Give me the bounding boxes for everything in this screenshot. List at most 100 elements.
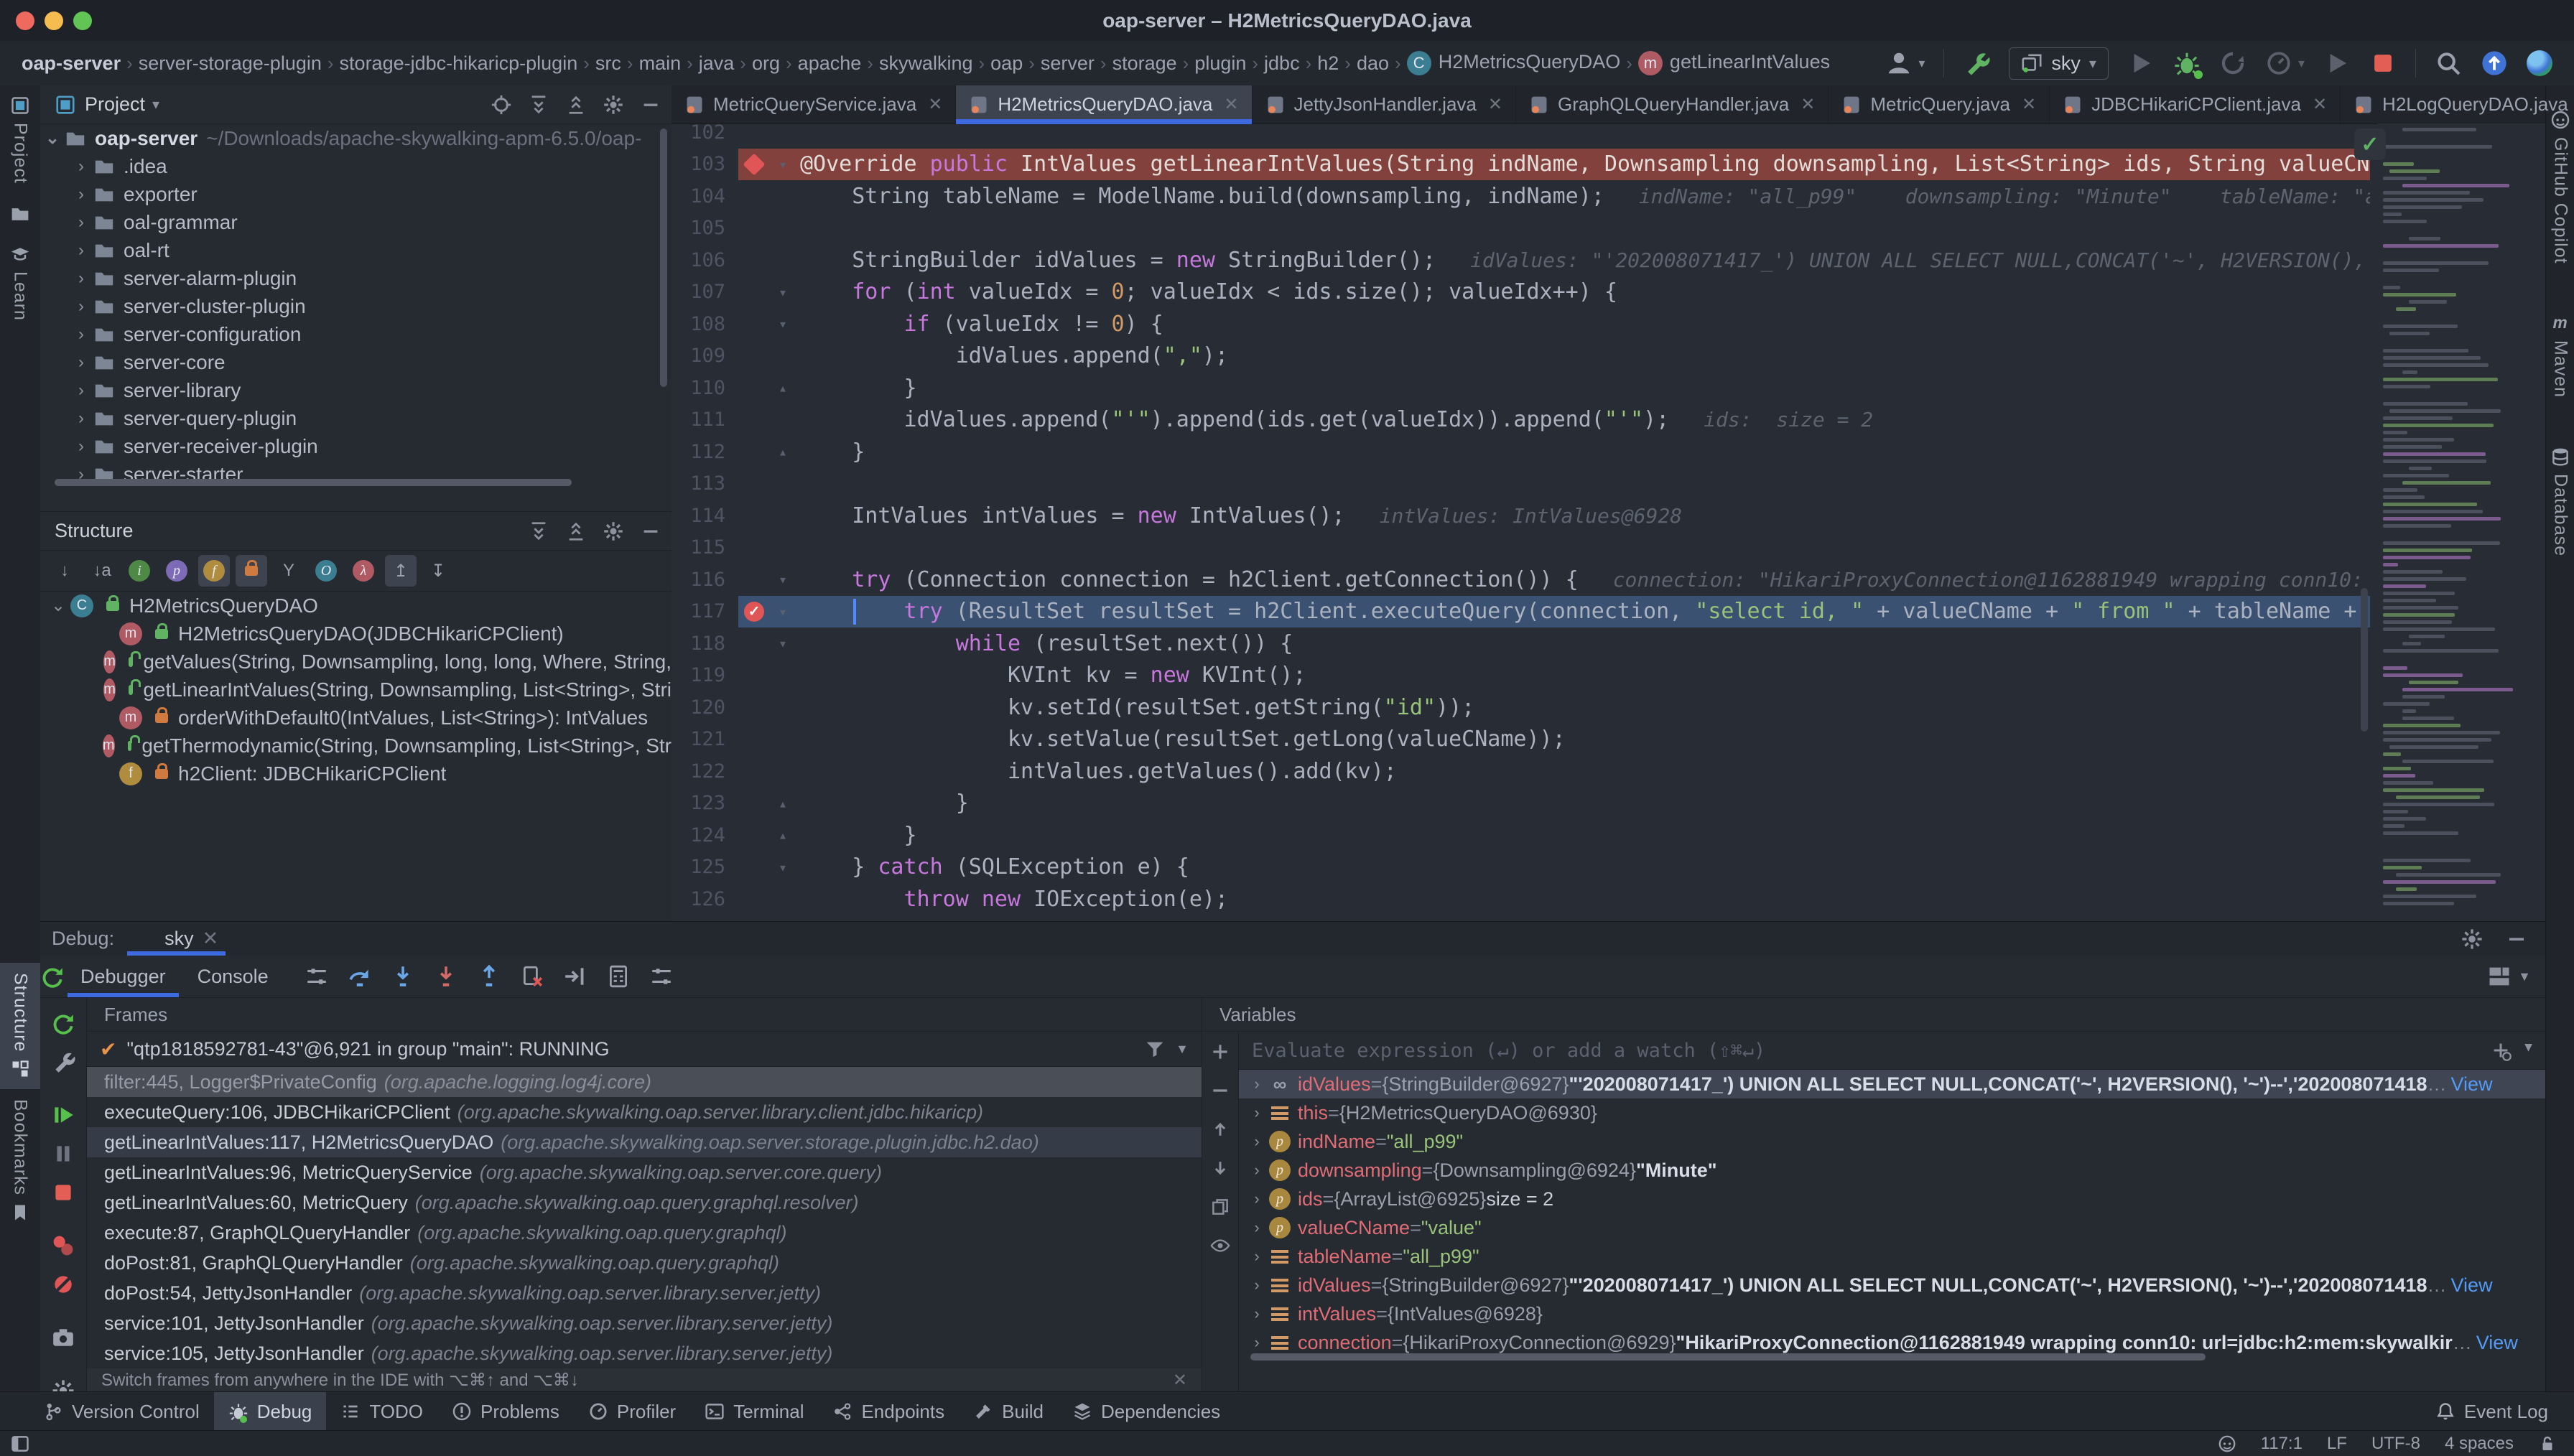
tool-button-build[interactable]: Build	[959, 1392, 1058, 1431]
move-down-icon[interactable]	[1210, 1158, 1230, 1178]
tab-h2metricsquerydao-java[interactable]: H2MetricsQueryDAO.java✕	[956, 85, 1252, 123]
thread-dump-icon[interactable]	[51, 1325, 75, 1350]
settings-icon[interactable]	[603, 521, 624, 542]
user-icon[interactable]	[1885, 50, 1913, 77]
code-line-103[interactable]: 103▾@Override public IntValues getLinear…	[672, 149, 2370, 180]
writable-lock-icon[interactable]	[2538, 1434, 2557, 1453]
active-breakpoint-icon[interactable]: ✓	[744, 602, 764, 622]
step-out-icon[interactable]	[477, 964, 501, 989]
code-line-105[interactable]: 105	[672, 213, 2370, 244]
breadcrumb-item-H2MetricsQueryDAO[interactable]: CH2MetricsQueryDAO	[1403, 51, 1625, 75]
tree-item-.idea[interactable]: ›.idea	[40, 152, 672, 180]
structure-item[interactable]: fh2Client: JDBCHikariCPClient	[40, 760, 672, 788]
run-to-cursor-icon[interactable]	[563, 964, 587, 989]
breadcrumb-item-storage-jdbc-hikaricp-plugin[interactable]: storage-jdbc-hikaricp-plugin	[335, 52, 582, 75]
breadcrumb-item-apache[interactable]: apache	[794, 52, 866, 75]
ai-assistant-icon[interactable]	[2527, 50, 2552, 76]
frame-row[interactable]: execute:87, GraphQLQueryHandler(org.apac…	[87, 1218, 1202, 1248]
status-item-0[interactable]: 117:1	[2261, 1434, 2303, 1454]
inspections-ok-icon[interactable]: ✓	[2354, 129, 2386, 160]
debug-settings-icon[interactable]	[2461, 928, 2484, 951]
autoscroll-from-source-icon[interactable]: ↧	[422, 555, 454, 587]
frame-row[interactable]: service:105, JettyJsonHandler(org.apache…	[87, 1338, 1202, 1368]
close-hint-icon[interactable]: ✕	[1173, 1370, 1187, 1391]
sort-by-visibility-icon[interactable]: ↓	[49, 555, 80, 587]
status-item-1[interactable]: LF	[2327, 1434, 2347, 1454]
code-line-119[interactable]: 119 KVInt kv = new KVInt();	[672, 660, 2370, 691]
status-item-3[interactable]: 4 spaces	[2445, 1434, 2514, 1454]
show-lambdas-icon[interactable]: λ	[348, 555, 379, 587]
copilot-status-icon[interactable]	[2218, 1434, 2236, 1453]
project-view-chevron-icon[interactable]: ▾	[152, 95, 159, 113]
code-line-102[interactable]: 102	[672, 123, 2370, 148]
sort-alphabetically-icon[interactable]: ↓a	[86, 555, 118, 587]
layout-settings-icon[interactable]	[305, 964, 329, 989]
tab-console[interactable]: Console	[182, 956, 284, 997]
code-line-117[interactable]: 117✓▾ try (ResultSet resultSet = h2Clien…	[672, 596, 2370, 627]
search-everywhere-icon[interactable]	[2435, 50, 2462, 77]
stop-icon[interactable]	[2369, 50, 2397, 77]
show-fields-icon[interactable]: f	[198, 555, 230, 587]
drop-frame-icon[interactable]	[520, 964, 544, 989]
breadcrumb-item-server[interactable]: server	[1036, 52, 1099, 75]
move-up-icon[interactable]	[1210, 1119, 1230, 1139]
code-line-123[interactable]: 123▴ }	[672, 788, 2370, 819]
group-methods-icon[interactable]: Y	[273, 555, 305, 587]
structure-item[interactable]: mgetValues(String, Downsampling, long, l…	[40, 648, 672, 676]
tree-item-server-library[interactable]: ›server-library	[40, 376, 672, 404]
tree-item-exporter[interactable]: ›exporter	[40, 180, 672, 208]
tab-jdbchikaricpclient-java[interactable]: JDBCHikariCPClient.java✕	[2050, 85, 2341, 123]
tree-item-server-alarm-plugin[interactable]: ›server-alarm-plugin	[40, 264, 672, 292]
structure-item[interactable]: ⌄CH2MetricsQueryDAO	[40, 592, 672, 620]
rerun-icon[interactable]	[40, 964, 65, 989]
layout-settings-icon[interactable]	[2486, 963, 2512, 989]
code-line-116[interactable]: 116▾ try (Connection connection = h2Clie…	[672, 564, 2370, 595]
hide-icon[interactable]	[640, 521, 661, 542]
mute-breakpoints-icon[interactable]	[51, 1272, 75, 1297]
expand-all-icon[interactable]	[528, 521, 549, 542]
frame-row[interactable]: executeQuery:106, JDBCHikariCPClient(org…	[87, 1097, 1202, 1127]
tool-button-debug[interactable]: Debug	[214, 1392, 327, 1431]
breadcrumb-item-jdbc[interactable]: jdbc	[1260, 52, 1304, 75]
more-options-icon[interactable]	[649, 964, 674, 989]
run-tool-icon[interactable]	[2323, 50, 2351, 77]
frame-row[interactable]: getLinearIntValues:117, H2MetricsQueryDA…	[87, 1127, 1202, 1157]
code-line-112[interactable]: 112▴ }	[672, 436, 2370, 467]
tree-item-server-configuration[interactable]: ›server-configuration	[40, 320, 672, 348]
breadcrumb-item-dao[interactable]: dao	[1352, 52, 1393, 75]
filter-icon[interactable]	[1144, 1038, 1166, 1060]
step-into-icon[interactable]	[391, 964, 415, 989]
variable-row-intValues[interactable]: ›intValues = {IntValues@6928}	[1239, 1299, 2545, 1328]
close-tab-icon[interactable]: ✕	[2022, 94, 2036, 115]
close-tab-icon[interactable]: ✕	[2313, 94, 2327, 115]
sidebar-item-learn[interactable]: Learn	[0, 234, 40, 331]
show-watches-icon[interactable]	[1210, 1236, 1230, 1256]
editor-vscrollbar[interactable]	[2361, 588, 2368, 732]
view-value-link[interactable]: View	[2476, 1332, 2518, 1354]
breadcrumb-item-main[interactable]: main	[635, 52, 686, 75]
stop-icon[interactable]	[51, 1180, 75, 1205]
close-tab-icon[interactable]: ✕	[1488, 94, 1502, 115]
structure-item[interactable]: mgetThermodynamic(String, Downsampling, …	[40, 732, 672, 760]
code-line-124[interactable]: 124▴ }	[672, 819, 2370, 851]
close-session-icon[interactable]: ✕	[203, 928, 219, 950]
variable-row-valueCName[interactable]: ›pvalueCName = "value"	[1239, 1213, 2545, 1242]
resume-icon[interactable]	[51, 1103, 75, 1127]
hide-debug-icon[interactable]	[2505, 928, 2528, 951]
debug-settings-wrench-icon[interactable]	[51, 1050, 75, 1074]
code-line-115[interactable]: 115	[672, 532, 2370, 564]
sidebar-item-github-copilot[interactable]: GitHub Copilot	[2546, 100, 2574, 274]
code-line-125[interactable]: 125▾ } catch (SQLException e) {	[672, 851, 2370, 883]
tree-item-oal-rt[interactable]: ›oal-rt	[40, 236, 672, 264]
collapse-all-icon[interactable]	[565, 521, 587, 542]
breadcrumb-item-src[interactable]: src	[591, 52, 626, 75]
run-config-combo[interactable]: sky▾	[2009, 47, 2109, 80]
code-line-104[interactable]: 104 String tableName = ModelName.build(d…	[672, 180, 2370, 212]
frame-row[interactable]: filter:445, Logger$PrivateConfig(org.apa…	[87, 1067, 1202, 1097]
project-hscrollbar[interactable]	[55, 479, 572, 486]
show-anonymous-icon[interactable]: O	[310, 555, 342, 587]
code-line-118[interactable]: 118▾ while (resultSet.next()) {	[672, 627, 2370, 659]
code-line-121[interactable]: 121 kv.setValue(resultSet.getLong(valueC…	[672, 724, 2370, 755]
code-line-127[interactable]: 127 }	[672, 915, 2370, 922]
show-non-public-icon[interactable]	[236, 555, 267, 587]
